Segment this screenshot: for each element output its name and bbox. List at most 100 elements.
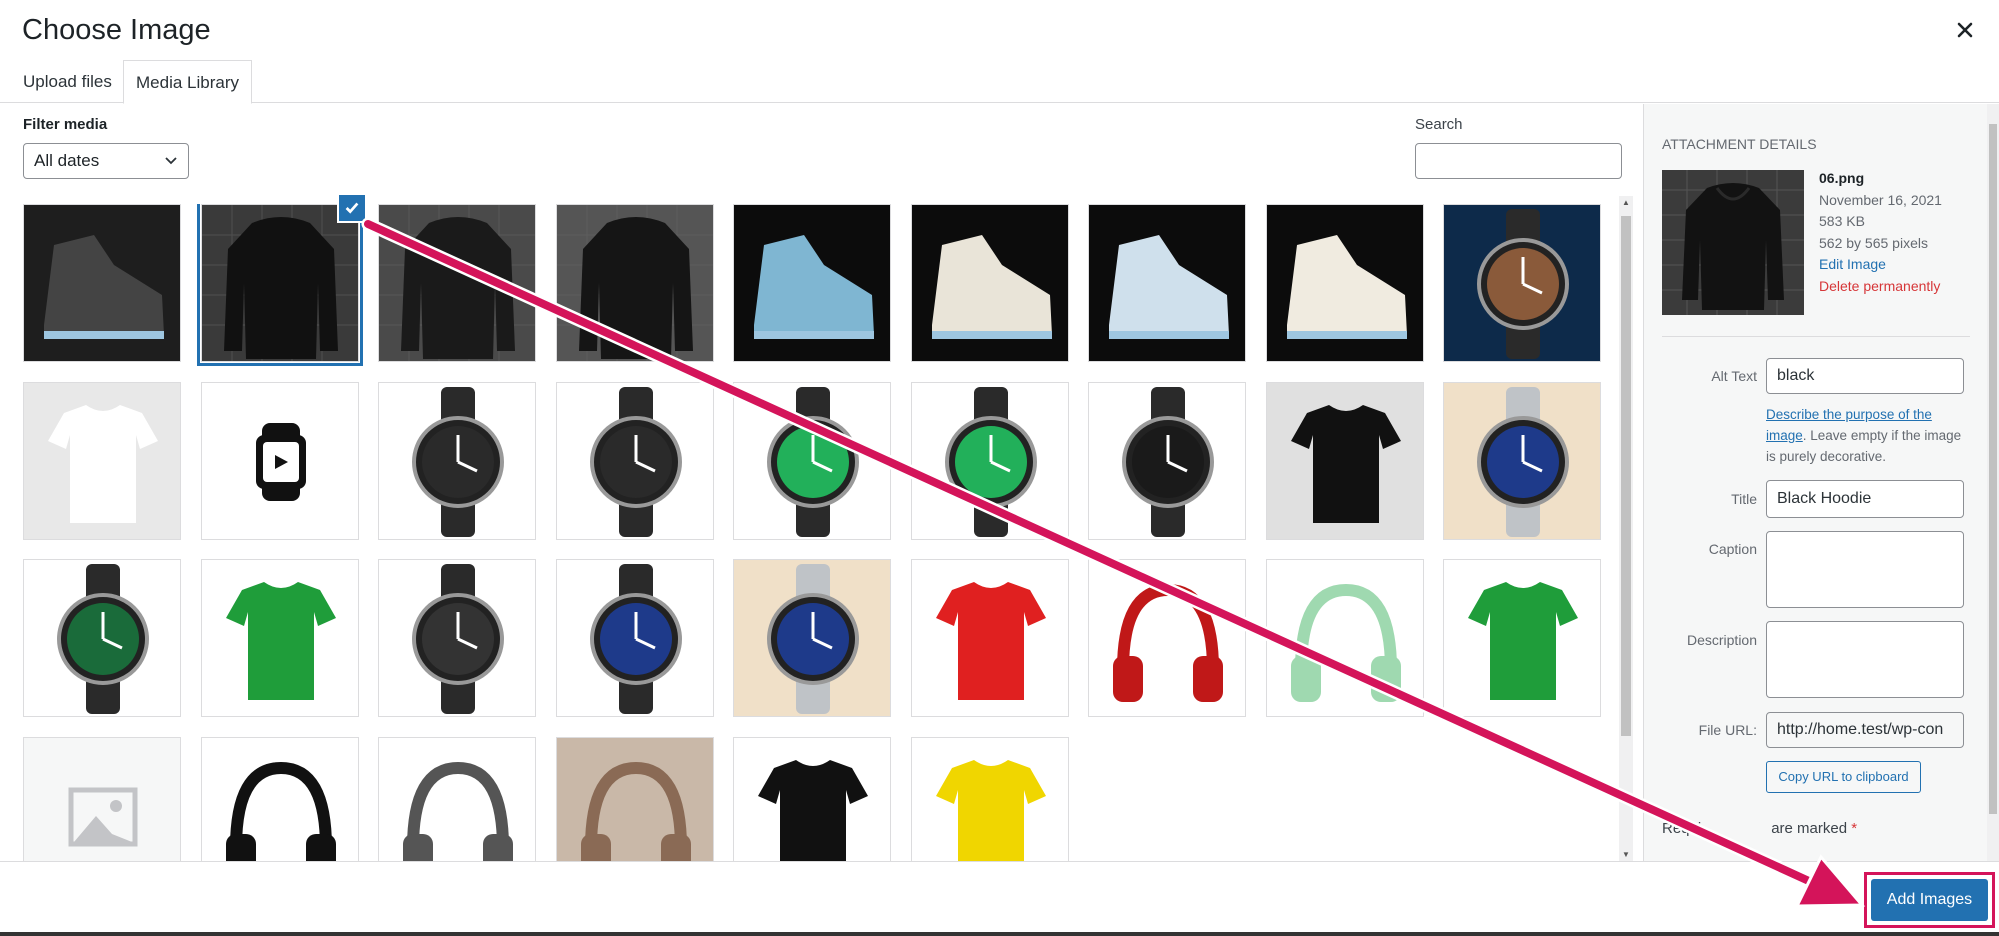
search-input[interactable]: [1415, 143, 1622, 179]
media-thumbnail: [1291, 583, 1401, 702]
media-item-black-tshirt[interactable]: [733, 737, 891, 861]
alt-text-label: Alt Text: [1711, 368, 1757, 384]
attachment-dimensions: 562 by 565 pixels: [1819, 234, 1928, 251]
tab-upload-files[interactable]: Upload files: [11, 60, 124, 103]
alt-text-input[interactable]: black: [1766, 358, 1964, 394]
delete-permanently-link[interactable]: Delete permanently: [1819, 276, 1942, 298]
sidebar-divider: [1662, 336, 1970, 337]
scroll-up-icon: ▲: [1622, 198, 1630, 207]
media-thumbnail: [44, 235, 164, 339]
modal-title: Choose Image: [22, 14, 211, 46]
attachment-details-heading: ATTACHMENT DETAILS: [1662, 136, 1817, 152]
media-item-print-hoodie[interactable]: [556, 204, 714, 362]
media-item-chronograph-watch[interactable]: [1443, 204, 1601, 362]
tab-media-library[interactable]: Media Library: [123, 60, 252, 104]
description-textarea[interactable]: [1766, 621, 1964, 698]
required-note-end: are marked: [1771, 820, 1848, 837]
media-thumbnail: [379, 205, 535, 361]
sidebar-scrollbar[interactable]: [1987, 104, 1999, 861]
edit-image-link[interactable]: Edit Image: [1819, 254, 1942, 276]
alt-text-help: Describe the purpose of the image. Leave…: [1766, 404, 1966, 467]
media-item-green-tshirt[interactable]: [201, 559, 359, 717]
media-item-nc-tshirt[interactable]: [1266, 382, 1424, 540]
media-item-white-sneakers-front[interactable]: [911, 204, 1069, 362]
media-thumbnail: [1477, 387, 1569, 537]
media-thumbnail: [767, 564, 859, 714]
media-item-green-headphones[interactable]: [1266, 559, 1424, 717]
file-url-label: File URL:: [1698, 722, 1757, 738]
media-item-galaxy-watch-green[interactable]: [733, 382, 891, 540]
media-thumbnail: [412, 564, 504, 714]
attachment-details-sidebar: ATTACHMENT DETAILS 06.png November 16, 2…: [1643, 104, 1999, 861]
description-label: Description: [1686, 632, 1757, 648]
media-thumbnail: [226, 582, 336, 700]
file-url-input[interactable]: http://home.test/wp-con: [1766, 712, 1964, 748]
media-item-nixon-watch[interactable]: [1088, 382, 1246, 540]
close-icon: [1957, 22, 1973, 38]
close-button[interactable]: [1949, 14, 1981, 46]
attachment-date: November 16, 2021: [1819, 191, 1942, 208]
media-thumbnail: [1468, 582, 1578, 700]
media-item-galaxy-watch-face[interactable]: [911, 382, 1069, 540]
attachment-meta: 06.png November 16, 2021 583 KB 562 by 5…: [1819, 168, 1942, 297]
media-item-black-hoodie-2[interactable]: [378, 204, 536, 362]
media-thumbnail: [932, 235, 1052, 339]
media-thumbnail: [581, 761, 691, 861]
media-item-white-sneakers-back[interactable]: [1088, 204, 1246, 362]
media-item-yellow-tshirt[interactable]: [911, 737, 1069, 861]
required-star: *: [1851, 820, 1858, 837]
caption-label: Caption: [1708, 541, 1757, 557]
add-images-button[interactable]: Add Images: [1871, 879, 1988, 921]
required-note-start: Requi: [1662, 820, 1702, 837]
attachment-filesize: 583 KB: [1819, 213, 1865, 229]
media-item-steel-watch-blue-2[interactable]: [733, 559, 891, 717]
media-item-smartwatch-side[interactable]: [378, 382, 536, 540]
media-item-white-high-top[interactable]: [1266, 204, 1424, 362]
media-item-green-leather-watch[interactable]: [23, 559, 181, 717]
copy-url-button[interactable]: Copy URL to clipboard: [1766, 761, 1921, 793]
media-item-green-tshirt-2[interactable]: [1443, 559, 1601, 717]
media-item-woman-headphones[interactable]: [556, 737, 714, 861]
sidebar-scrollbar-thumb[interactable]: [1989, 124, 1997, 814]
media-thumbnail: [936, 582, 1046, 700]
media-item-watch-icon[interactable]: [201, 382, 359, 540]
media-thumbnail: [403, 761, 513, 861]
media-thumbnail: [57, 564, 149, 714]
filter-media-label: Filter media: [23, 116, 108, 133]
media-item-sneaker-laces[interactable]: [23, 204, 181, 362]
media-item-black-hoodie-06[interactable]: [197, 204, 363, 366]
media-thumbnail: [68, 787, 138, 847]
grid-scrollbar[interactable]: ▲ ▼: [1619, 196, 1633, 861]
media-item-watch-collection[interactable]: [556, 559, 714, 717]
media-thumbnail: [1109, 235, 1229, 339]
modal-footer: [0, 861, 1999, 936]
selected-checkmark-icon[interactable]: [337, 193, 367, 223]
media-item-steel-watch-blue[interactable]: [1443, 382, 1601, 540]
media-thumbnail: [754, 235, 874, 339]
date-filter-select[interactable]: All dates: [23, 143, 189, 179]
attachment-filename: 06.png: [1819, 170, 1865, 186]
media-thumbnail: [1113, 583, 1223, 702]
media-item-bone-conduction-headset[interactable]: [378, 737, 536, 861]
search-label: Search: [1415, 116, 1463, 133]
media-item-sneaker-sole[interactable]: [733, 204, 891, 362]
media-item-image-placeholder[interactable]: [23, 737, 181, 861]
media-item-black-headphones[interactable]: [201, 737, 359, 861]
title-input[interactable]: Black Hoodie: [1766, 480, 1964, 518]
media-item-red-tshirt[interactable]: [911, 559, 1069, 717]
date-filter-value: All dates: [34, 151, 100, 170]
media-item-galaxy-watch-back[interactable]: [556, 382, 714, 540]
media-item-red-headphones[interactable]: [1088, 559, 1246, 717]
media-thumbnail: [256, 423, 306, 501]
media-thumbnail: [202, 205, 358, 361]
caption-textarea[interactable]: [1766, 531, 1964, 608]
bottom-border: [0, 932, 1999, 936]
grid-scrollbar-thumb[interactable]: [1621, 216, 1631, 736]
media-item-digital-sport-watch[interactable]: [378, 559, 536, 717]
media-thumbnail: [758, 760, 868, 861]
required-fields-note: Requi are marked *: [1662, 820, 1857, 837]
media-item-white-tshirt[interactable]: [23, 382, 181, 540]
media-router-tabs: Upload files Media Library: [0, 60, 1999, 104]
media-thumbnail: [1122, 387, 1214, 537]
title-label: Title: [1731, 491, 1757, 507]
